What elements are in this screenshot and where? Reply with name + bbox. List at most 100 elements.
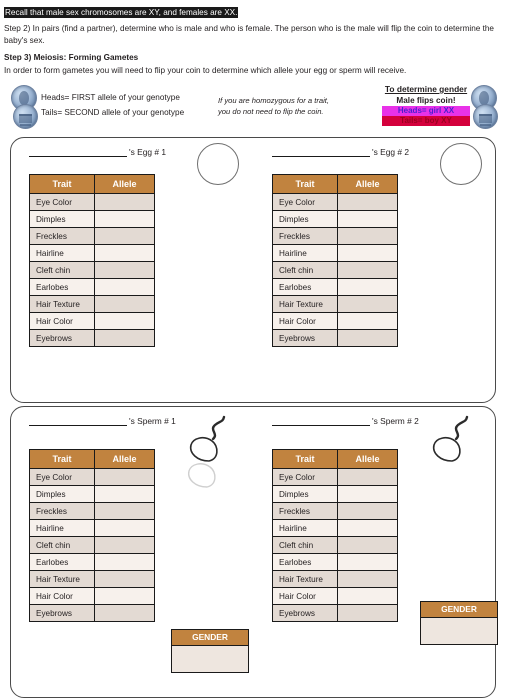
allele-entry-cell[interactable] xyxy=(94,244,155,262)
coin-tails-icon-right xyxy=(473,104,498,129)
trait-name-cell: Eye Color xyxy=(272,193,338,211)
trait-name-cell: Hairline xyxy=(272,519,338,537)
gender-box-1-label: GENDER xyxy=(172,630,248,646)
table-header-row: Trait Allele xyxy=(29,449,155,469)
allele-entry-cell[interactable] xyxy=(94,570,155,588)
allele-entry-cell[interactable] xyxy=(94,502,155,520)
egg-2-label: 's Egg # 2 xyxy=(372,147,409,157)
allele-entry-cell[interactable] xyxy=(94,193,155,211)
allele-entry-cell[interactable] xyxy=(337,244,398,262)
homozygous-note-line1: If you are homozygous for a trait, xyxy=(218,96,330,105)
table-row: Eye Color xyxy=(272,468,398,486)
gender-key-boy-line: Tails= boy XY xyxy=(382,116,470,126)
header-allele: Allele xyxy=(94,174,155,194)
allele-entry-cell[interactable] xyxy=(337,536,398,554)
allele-entry-cell[interactable] xyxy=(94,553,155,571)
table-row: Dimples xyxy=(272,210,398,228)
allele-entry-cell[interactable] xyxy=(94,468,155,486)
allele-entry-cell[interactable] xyxy=(94,227,155,245)
sperm-1-illustration xyxy=(179,415,249,495)
allele-entry-cell[interactable] xyxy=(337,485,398,503)
allele-entry-cell[interactable] xyxy=(94,329,155,347)
allele-entry-cell[interactable] xyxy=(94,210,155,228)
gender-key-subtitle: Male flips coin! xyxy=(396,96,456,105)
allele-entry-cell[interactable] xyxy=(94,536,155,554)
table-header-row: Trait Allele xyxy=(272,174,398,194)
table-row: Hair Color xyxy=(272,587,398,605)
egg-2-name-blank[interactable] xyxy=(272,147,370,157)
sperm-1-section: 's Sperm # 1 Trait Allele Eye Color Dimpl… xyxy=(11,407,254,697)
table-row: Eyebrows xyxy=(29,604,155,622)
table-row: Dimples xyxy=(29,485,155,503)
allele-entry-cell[interactable] xyxy=(337,570,398,588)
table-row: Earlobes xyxy=(29,553,155,571)
trait-name-cell: Freckles xyxy=(29,502,95,520)
trait-name-cell: Earlobes xyxy=(29,553,95,571)
egg-1-label: 's Egg # 1 xyxy=(129,147,166,157)
allele-entry-cell[interactable] xyxy=(94,587,155,605)
table-row: Earlobes xyxy=(29,278,155,296)
allele-entry-cell[interactable] xyxy=(337,502,398,520)
egg-1-trait-table: Trait Allele Eye Color Dimples Freckles Hai… xyxy=(29,174,155,347)
allele-entry-cell[interactable] xyxy=(337,261,398,279)
allele-entry-cell[interactable] xyxy=(94,312,155,330)
table-header-row: Trait Allele xyxy=(272,449,398,469)
gender-box-1-answer-field[interactable] xyxy=(172,646,248,672)
step3-heading: Step 3) Meiosis: Forming Gametes xyxy=(4,53,139,62)
allele-entry-cell[interactable] xyxy=(337,278,398,296)
allele-entry-cell[interactable] xyxy=(94,261,155,279)
egg-2-trait-rows: Eye Color Dimples Freckles Hairline Cleft ch… xyxy=(272,193,398,347)
trait-name-cell: Hairline xyxy=(272,244,338,262)
gender-box-1: GENDER xyxy=(171,629,249,673)
allele-entry-cell[interactable] xyxy=(94,519,155,537)
table-row: Freckles xyxy=(29,227,155,245)
sperm-icon xyxy=(432,415,469,462)
allele-entry-cell[interactable] xyxy=(94,604,155,622)
allele-entry-cell[interactable] xyxy=(337,312,398,330)
trait-name-cell: Dimples xyxy=(29,485,95,503)
table-row: Cleft chin xyxy=(29,261,155,279)
allele-entry-cell[interactable] xyxy=(337,468,398,486)
trait-name-cell: Hair Texture xyxy=(29,295,95,313)
egg-1-name-blank[interactable] xyxy=(29,147,127,157)
allele-entry-cell[interactable] xyxy=(337,519,398,537)
table-row: Hair Texture xyxy=(29,570,155,588)
step2-text: Step 2) In pairs (find a partner), deter… xyxy=(4,24,494,45)
egg-2-cell-circle xyxy=(440,143,482,185)
sperm-2-name-blank[interactable] xyxy=(272,416,370,426)
allele-entry-cell[interactable] xyxy=(337,210,398,228)
allele-entry-cell[interactable] xyxy=(337,587,398,605)
sperm-1-name-blank[interactable] xyxy=(29,416,127,426)
gender-box-2-answer-field[interactable] xyxy=(421,618,497,644)
table-row: Hair Texture xyxy=(29,295,155,313)
allele-entry-cell[interactable] xyxy=(337,295,398,313)
homozygous-note: If you are homozygous for a trait, you d… xyxy=(218,96,329,117)
coin-stack-right xyxy=(471,85,498,129)
allele-entry-cell[interactable] xyxy=(337,553,398,571)
trait-name-cell: Earlobes xyxy=(29,278,95,296)
tails-allele-text: Tails= SECOND allele of your genotype xyxy=(41,108,185,117)
allele-entry-cell[interactable] xyxy=(337,329,398,347)
trait-name-cell: Eyebrows xyxy=(272,329,338,347)
header-allele: Allele xyxy=(94,449,155,469)
trait-name-cell: Dimples xyxy=(272,485,338,503)
trait-name-cell: Cleft chin xyxy=(272,536,338,554)
trait-name-cell: Eyebrows xyxy=(29,329,95,347)
gender-key-girl-line: Heads= girl XX xyxy=(382,106,470,116)
allele-entry-cell[interactable] xyxy=(337,604,398,622)
coin-legend-text: Heads= FIRST allele of your genotype Tai… xyxy=(41,90,184,120)
allele-entry-cell[interactable] xyxy=(337,193,398,211)
table-row: Freckles xyxy=(272,502,398,520)
allele-entry-cell[interactable] xyxy=(94,485,155,503)
table-row: Hairline xyxy=(272,519,398,537)
allele-entry-cell[interactable] xyxy=(94,278,155,296)
allele-entry-cell[interactable] xyxy=(337,227,398,245)
trait-name-cell: Dimples xyxy=(272,210,338,228)
header-trait: Trait xyxy=(272,174,338,194)
header-trait: Trait xyxy=(272,449,338,469)
trait-name-cell: Dimples xyxy=(29,210,95,228)
allele-entry-cell[interactable] xyxy=(94,295,155,313)
sperm-icon xyxy=(188,415,226,488)
trait-name-cell: Cleft chin xyxy=(272,261,338,279)
coin-tails-icon xyxy=(13,104,38,129)
